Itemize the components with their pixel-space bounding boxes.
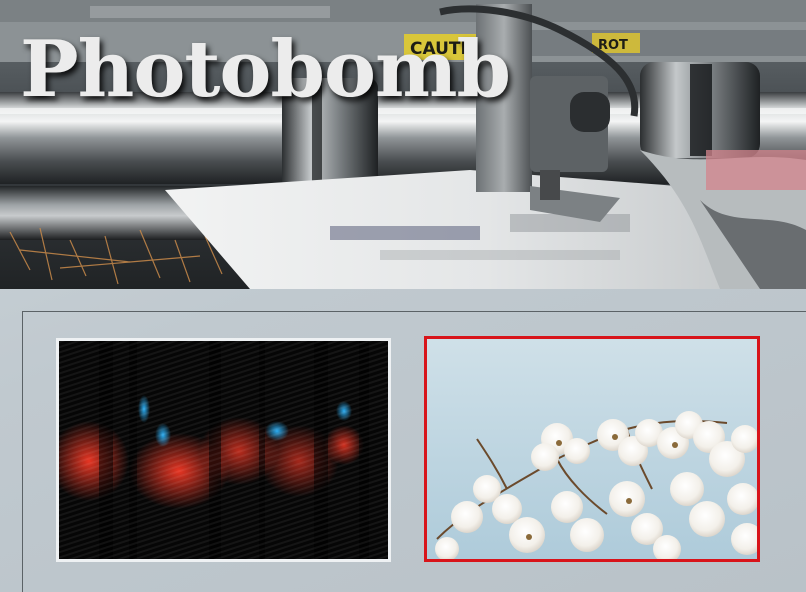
abstract-lights-image — [59, 341, 388, 559]
hero-banner: CAUTIO ROT Photobomb — [0, 0, 806, 289]
page: CAUTIO ROT Photobomb — [0, 0, 806, 592]
rot-label: ROT — [598, 38, 628, 53]
magnolia-blossoms-image — [427, 339, 757, 559]
gallery-thumbnail-abstract-lights[interactable] — [56, 338, 391, 562]
photo-gallery — [22, 311, 806, 592]
site-title[interactable]: Photobomb — [20, 20, 511, 120]
gallery-thumbnail-magnolia-blossoms[interactable] — [424, 336, 760, 562]
